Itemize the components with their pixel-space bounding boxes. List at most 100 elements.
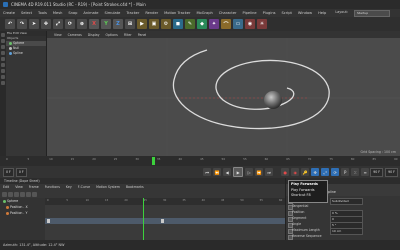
layout-dropdown[interactable]: Startup	[354, 10, 390, 17]
viewport-menu-cameras[interactable]: Cameras	[65, 33, 85, 37]
timeline-menu-bookmarks[interactable]: Bookmarks	[123, 184, 147, 190]
viewport-menu-options[interactable]: Options	[103, 33, 121, 37]
render-picture-viewer-icon[interactable]: ▣	[149, 19, 159, 29]
play-forwards-icon[interactable]: ▶	[233, 167, 244, 177]
timeline-menu-key[interactable]: Key	[63, 184, 75, 190]
menu-help[interactable]: Help	[315, 11, 329, 15]
rotate-tool-icon[interactable]: ⟳	[65, 19, 75, 29]
camera-icon[interactable]: ◉	[245, 19, 255, 29]
keyframe[interactable]	[47, 219, 50, 223]
menu-mesh[interactable]: Mesh	[50, 11, 65, 15]
timeline-menu-icon[interactable]: ≡	[361, 168, 370, 176]
menu-motion-tracker[interactable]: Motion Tracker	[161, 11, 193, 15]
edges-mode-icon[interactable]	[1, 63, 5, 67]
x-axis-button[interactable]: X	[89, 19, 99, 29]
timeline-ruler[interactable]: 0 5 10 15 20 25 30 35 40 45 50 55 60 65 70 75 80 85 90	[0, 156, 400, 166]
fcurve-mode-icon[interactable]	[8, 191, 13, 197]
previous-frame-icon[interactable]: ◀	[223, 168, 232, 176]
linear-interpolation-icon[interactable]	[20, 191, 25, 197]
render-settings-icon[interactable]: ⚙	[161, 19, 171, 29]
current-frame-field[interactable]: 0 F	[15, 167, 27, 177]
cube-icon[interactable]: ◼	[173, 19, 183, 29]
menu-create[interactable]: Create	[0, 11, 18, 15]
model-mode-icon[interactable]	[1, 39, 5, 43]
timeline-menu-view[interactable]: View	[12, 184, 26, 190]
menu-render[interactable]: Render	[142, 11, 161, 15]
render-view-icon[interactable]: ▶	[137, 19, 147, 29]
menu-plugins[interactable]: Plugins	[260, 11, 279, 15]
subdivision-icon[interactable]: ◆	[197, 19, 207, 29]
position-key-icon[interactable]: ✥	[311, 168, 320, 176]
bend-deformer-icon[interactable]: ⌒	[221, 19, 231, 29]
make-editable-icon[interactable]	[1, 33, 5, 37]
animation-track-bar[interactable]	[45, 218, 285, 224]
go-to-end-icon[interactable]: ⏭	[265, 168, 274, 176]
menu-animate[interactable]: Animate	[80, 11, 101, 15]
keyframe[interactable]	[161, 219, 164, 223]
pen-spline-icon[interactable]: ✎	[185, 19, 195, 29]
track-position-y[interactable]: Position . Y	[0, 210, 45, 216]
viewport-menu-view[interactable]: View	[51, 33, 65, 37]
record-active-objects-icon[interactable]: ●	[281, 168, 290, 176]
start-frame-field[interactable]: 0 F	[3, 167, 14, 177]
object-item-spline[interactable]: Spline	[6, 51, 46, 56]
menu-select[interactable]: Select	[18, 11, 35, 15]
timeline-menu-frame[interactable]: Frame	[26, 184, 42, 190]
last-tool-icon[interactable]: ⊕	[77, 19, 87, 29]
keyframe-selection-icon[interactable]: 🔑	[301, 168, 310, 176]
points-mode-icon[interactable]	[1, 57, 5, 61]
texture-mode-icon[interactable]	[1, 45, 5, 49]
max-frame-field[interactable]: 90 F	[385, 167, 398, 177]
viewport-menu-filter[interactable]: Filter	[121, 33, 135, 37]
menu-snap[interactable]: Snap	[65, 11, 80, 15]
timeline-menu-fcurve[interactable]: F-Curve	[75, 184, 93, 190]
coordinate-system-icon[interactable]: ⊞	[125, 19, 135, 29]
viewport-menu-display[interactable]: Display	[85, 33, 103, 37]
dope-sheet-playhead[interactable]	[143, 198, 144, 240]
dope-sheet[interactable]: 0 5 10 15 20 25 30 35 40 45 50 55 60	[45, 198, 285, 240]
undo-icon[interactable]: ↶	[5, 19, 15, 29]
y-axis-button[interactable]: Y	[101, 19, 111, 29]
light-icon[interactable]: ☀	[257, 19, 267, 29]
menu-pipeline[interactable]: Pipeline	[240, 11, 260, 15]
menu-window[interactable]: Window	[295, 11, 315, 15]
scale-key-icon[interactable]: ⤢	[321, 168, 330, 176]
redo-icon[interactable]: ↷	[17, 19, 27, 29]
next-key-icon[interactable]: ⏩	[255, 168, 264, 176]
spline-interpolation-icon[interactable]	[26, 191, 31, 197]
workplane-icon[interactable]	[1, 51, 5, 55]
menu-script[interactable]: Script	[278, 11, 294, 15]
key-mode-icon[interactable]	[2, 191, 7, 197]
rotation-key-icon[interactable]: ⟳	[331, 168, 340, 176]
timeline-menu-motion-system[interactable]: Motion System	[93, 184, 123, 190]
timeline-menu-edit[interactable]: Edit	[0, 184, 12, 190]
z-axis-button[interactable]: Z	[113, 19, 123, 29]
snapping-icon[interactable]	[1, 81, 5, 85]
previous-key-icon[interactable]: ⏪	[213, 168, 222, 176]
menu-simulate[interactable]: Simulate	[101, 11, 123, 15]
next-frame-icon[interactable]: ▷	[245, 168, 254, 176]
viewport-menu-panel[interactable]: Panel	[135, 33, 150, 37]
timeline-menu-functions[interactable]: Functions	[42, 184, 63, 190]
point-level-animation-icon[interactable]: ⁙	[351, 168, 360, 176]
parameter-key-icon[interactable]: P	[341, 168, 350, 176]
polygons-mode-icon[interactable]	[1, 69, 5, 73]
timeline-playhead[interactable]	[152, 157, 155, 165]
menu-tools[interactable]: Tools	[35, 11, 50, 15]
step-interpolation-icon[interactable]	[32, 191, 37, 197]
enable-axis-icon[interactable]	[1, 75, 5, 79]
select-tool-icon[interactable]: ➤	[29, 19, 39, 29]
go-to-start-icon[interactable]: ⏮	[203, 168, 212, 176]
sphere-object[interactable]	[264, 91, 282, 109]
move-tool-icon[interactable]: ✥	[41, 19, 51, 29]
array-icon[interactable]: ✦	[209, 19, 219, 29]
floor-icon[interactable]: ▭	[233, 19, 243, 29]
menu-character[interactable]: Character	[216, 11, 240, 15]
motion-mode-icon[interactable]	[14, 191, 19, 197]
3d-viewport[interactable]: Grid Spacing : 100 cm	[47, 38, 400, 156]
end-frame-field[interactable]: 90 F	[370, 167, 384, 177]
menu-mograph[interactable]: MoGraph	[193, 11, 215, 15]
autokeying-icon[interactable]: ◉	[291, 168, 300, 176]
spline-curve[interactable]	[172, 49, 330, 130]
scale-tool-icon[interactable]: ⤢	[53, 19, 63, 29]
